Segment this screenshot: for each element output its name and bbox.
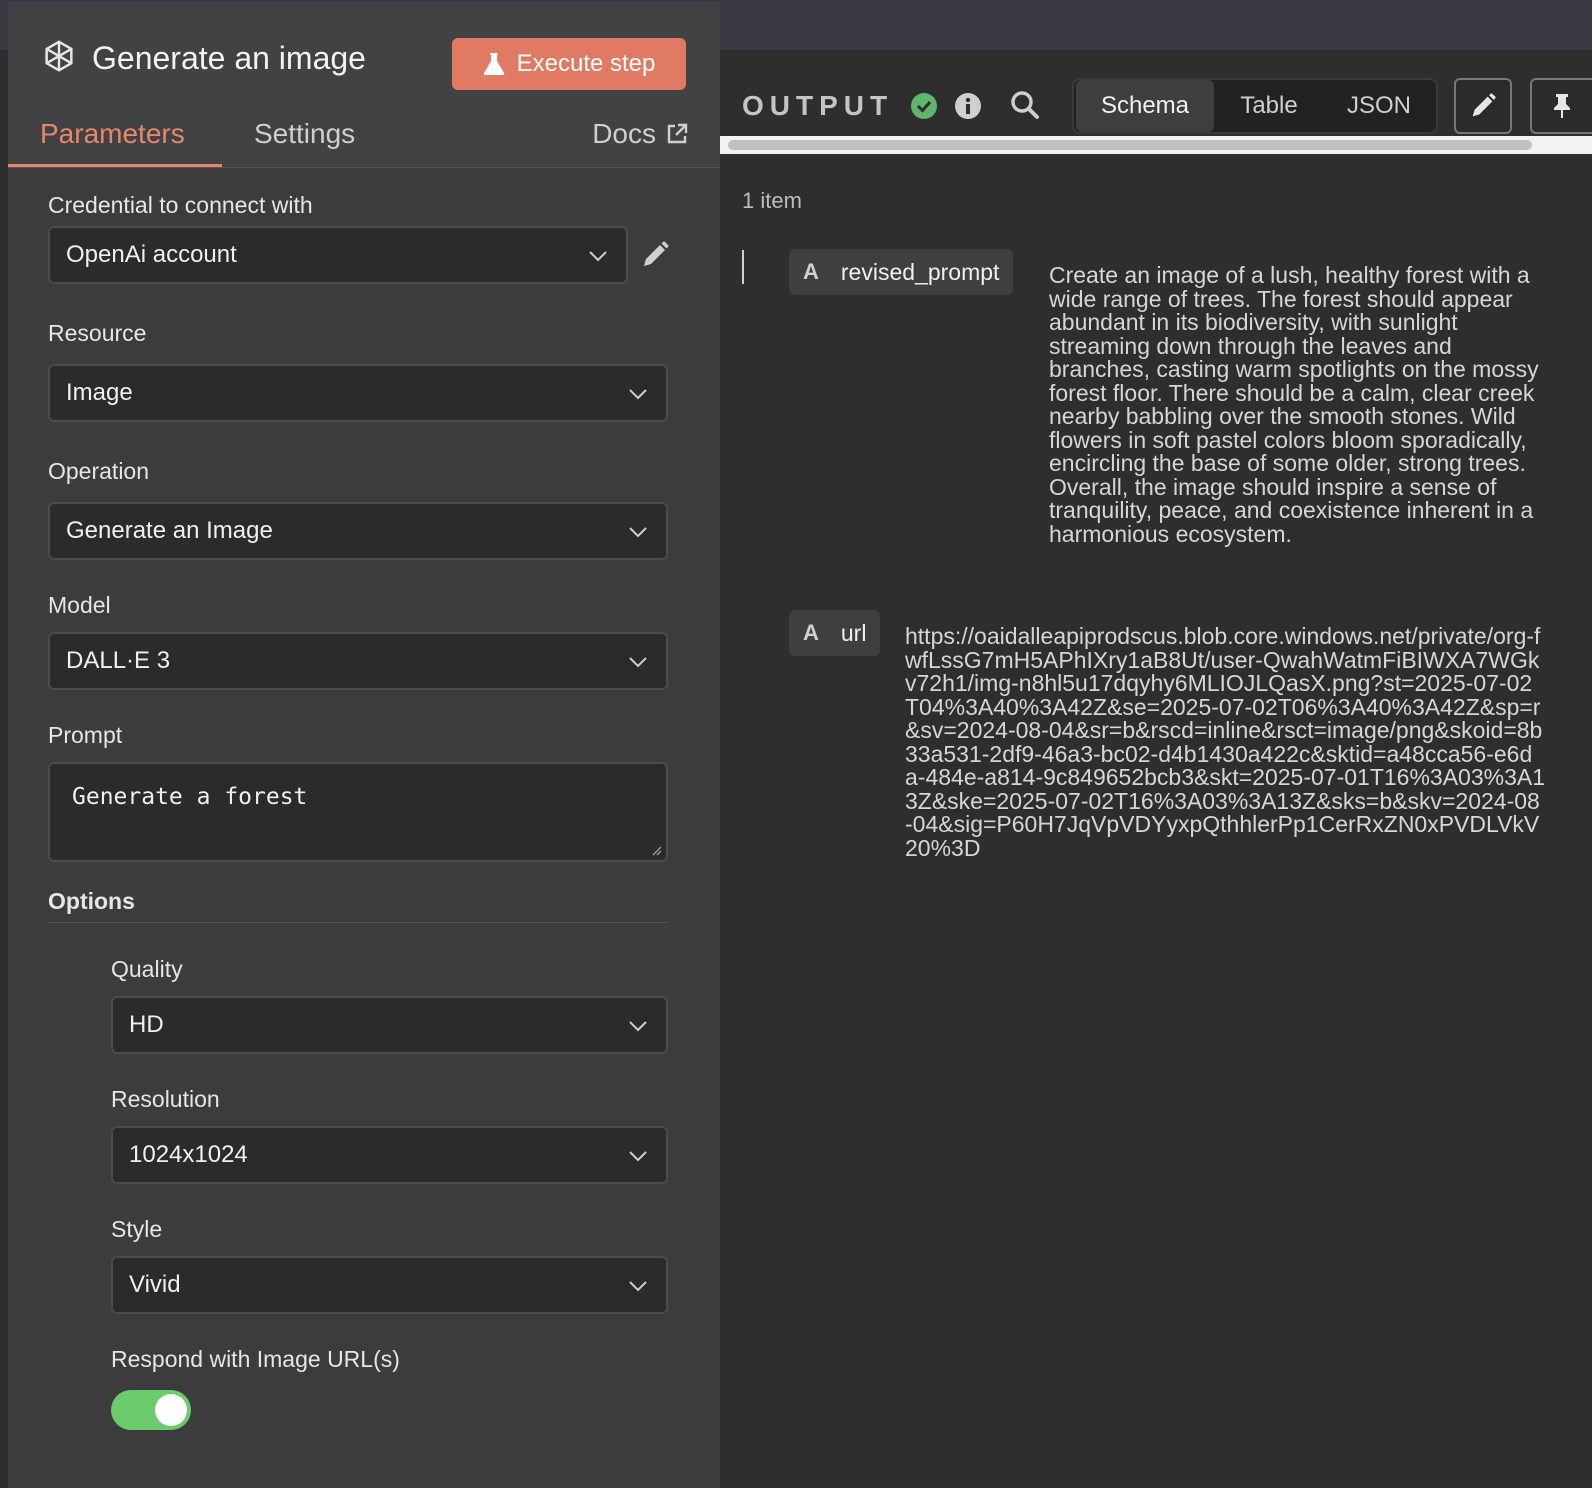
- schema-key-revised-prompt[interactable]: A revised_prompt: [789, 249, 1014, 295]
- credential-label: Credential to connect with: [48, 192, 313, 218]
- chevron-down-icon: [629, 389, 647, 400]
- item-count: 1 item: [742, 188, 802, 213]
- view-table-tab[interactable]: Table: [1216, 80, 1322, 132]
- resolution-label: Resolution: [111, 1086, 220, 1112]
- schema-key-url[interactable]: A url: [789, 610, 881, 656]
- panel-tabs: Parameters Settings Docs: [8, 106, 720, 168]
- openai-icon: [45, 40, 73, 72]
- style-select[interactable]: Vivid: [111, 1256, 668, 1314]
- info-icon[interactable]: [954, 92, 982, 120]
- flask-icon: [483, 53, 504, 75]
- quality-select[interactable]: HD: [111, 996, 668, 1054]
- quality-label: Quality: [111, 956, 183, 982]
- resolution-select[interactable]: 1024x1024: [111, 1126, 668, 1184]
- toggle-knob: [155, 1394, 187, 1426]
- options-heading: Options: [48, 888, 135, 914]
- scrollbar-thumb[interactable]: [728, 140, 1532, 150]
- node-parameters-panel: Generate an image Execute step Parameter…: [8, 2, 720, 1488]
- output-header: OUTPUT Schema Table JSON: [720, 50, 1592, 154]
- style-value: Vivid: [129, 1271, 181, 1298]
- chevron-down-icon: [589, 251, 607, 262]
- credential-select[interactable]: OpenAi account: [48, 226, 628, 284]
- horizontal-scrollbar[interactable]: [720, 136, 1592, 154]
- node-title: Generate an image: [92, 40, 366, 76]
- chevron-down-icon: [629, 1281, 647, 1292]
- tab-active-underline: [8, 164, 222, 167]
- schema-key-label: revised_prompt: [840, 258, 1000, 285]
- text-caret: [742, 250, 744, 284]
- chevron-down-icon: [629, 1021, 647, 1032]
- prompt-label: Prompt: [48, 722, 123, 748]
- chevron-down-icon: [629, 1151, 647, 1162]
- tab-parameters[interactable]: Parameters: [40, 118, 185, 150]
- quality-value: HD: [129, 1011, 164, 1038]
- operation-label: Operation: [48, 458, 150, 484]
- view-switcher: Schema Table JSON: [1072, 78, 1438, 134]
- resource-value: Image: [66, 379, 133, 406]
- execute-step-label: Execute step: [516, 50, 656, 77]
- docs-link[interactable]: Docs: [592, 118, 688, 150]
- external-link-icon: [667, 123, 688, 144]
- prompt-textarea[interactable]: Generate a forest: [48, 762, 668, 862]
- options-divider: [48, 922, 668, 923]
- resource-select[interactable]: Image: [48, 364, 668, 422]
- edit-output-button[interactable]: [1454, 78, 1512, 134]
- execute-step-button[interactable]: Execute step: [452, 38, 686, 90]
- operation-value: Generate an Image: [66, 517, 273, 544]
- resource-label: Resource: [48, 320, 147, 346]
- respond-url-toggle[interactable]: [111, 1390, 191, 1430]
- schema-value-url: https://oaidalleapiprodscus.blob.core.wi…: [905, 623, 1546, 861]
- view-json-tab[interactable]: JSON: [1324, 80, 1434, 132]
- string-type-icon: A: [803, 620, 819, 645]
- chevron-down-icon: [629, 527, 647, 538]
- chevron-down-icon: [629, 657, 647, 668]
- tab-settings[interactable]: Settings: [254, 118, 355, 150]
- operation-select[interactable]: Generate an Image: [48, 502, 668, 560]
- model-value: DALL·E 3: [66, 647, 171, 674]
- search-icon[interactable]: [1010, 90, 1040, 120]
- resolution-value: 1024x1024: [129, 1141, 248, 1168]
- string-type-icon: A: [803, 259, 819, 284]
- schema-key-label: url: [840, 619, 867, 646]
- docs-label: Docs: [592, 118, 656, 149]
- model-select[interactable]: DALL·E 3: [48, 632, 668, 690]
- pencil-icon: [1472, 93, 1496, 117]
- pin-output-button[interactable]: [1530, 78, 1592, 134]
- model-label: Model: [48, 592, 111, 618]
- output-panel: OUTPUT Schema Table JSON 1 item A revise…: [720, 50, 1592, 1486]
- style-label: Style: [111, 1216, 163, 1242]
- success-check-icon: [911, 93, 937, 119]
- schema-value-revised-prompt: Create an image of a lush, healthy fores…: [1049, 262, 1539, 547]
- view-schema-tab[interactable]: Schema: [1076, 80, 1214, 132]
- credential-value: OpenAi account: [66, 241, 237, 268]
- resize-grip-icon[interactable]: [650, 844, 662, 856]
- output-title: OUTPUT: [742, 90, 894, 121]
- edit-credential-icon[interactable]: [639, 239, 671, 271]
- prompt-value: Generate a forest: [72, 784, 308, 810]
- pin-icon: [1554, 94, 1570, 118]
- parameters-form: Credential to connect with OpenAi accoun…: [8, 168, 720, 1488]
- respond-url-label: Respond with Image URL(s): [111, 1346, 400, 1372]
